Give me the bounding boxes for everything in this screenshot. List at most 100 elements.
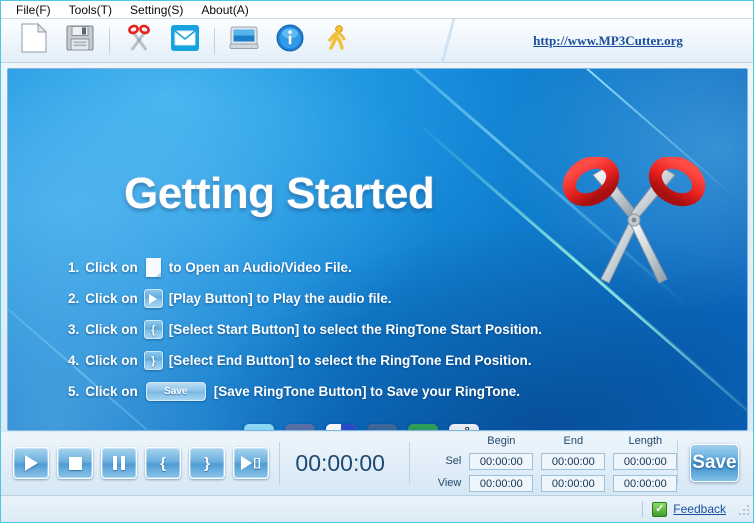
share-label: Share: — [171, 428, 230, 430]
application-window: File(F) Tools(T) Setting(S) About(A) htt… — [0, 0, 754, 523]
menu-item-file-label: File(F) — [16, 2, 51, 17]
step-2: 2. Click on [Play Button] to Play the au… — [68, 283, 668, 314]
time-table: Begin End Length Sel 00:00:00 00:00:00 0… — [423, 433, 678, 493]
step-5-lead: Click on — [85, 384, 138, 399]
step-1: 1. Click on to Open an Audio/Video File. — [68, 252, 668, 283]
pause-button[interactable] — [101, 447, 137, 479]
view-length-field[interactable]: 00:00:00 — [613, 474, 678, 492]
menu-item-setting-label: Setting(S) — [130, 2, 184, 17]
menu-item-setting[interactable]: Setting(S) — [121, 1, 192, 19]
save-ringtone-icon[interactable]: Save — [144, 381, 208, 402]
twitter-icon: t — [256, 429, 262, 431]
green-check-icon: ✓ — [652, 501, 668, 517]
menu-item-about[interactable]: About(A) — [192, 1, 257, 19]
select-end-icon: } — [204, 454, 210, 472]
toolbar-new-file-button[interactable] — [11, 21, 57, 61]
menu-item-tools-label: Tools(T) — [68, 2, 113, 17]
time-table-row-label-view: View — [437, 477, 462, 489]
time-table-header-length: Length — [628, 435, 663, 447]
share-twitter-button[interactable]: t — [244, 424, 275, 431]
time-table-header-end: End — [563, 435, 584, 447]
menu-item-about-label: About(A) — [201, 2, 249, 17]
save-ringtone-button[interactable]: Save — [689, 444, 740, 482]
monitor-icon — [229, 25, 259, 56]
step-4-number: 4. — [68, 353, 80, 368]
share-row: Share: t f digg — [171, 424, 480, 431]
facebook-icon: f — [297, 427, 304, 431]
website-link[interactable]: http://www.MP3Cutter.org — [533, 33, 683, 49]
page-title: Getting Started — [124, 169, 435, 218]
toolbar-person-button[interactable] — [313, 21, 359, 61]
step-5: 5. Click on Save [Save RingTone Button] … — [68, 376, 668, 407]
sel-length-field[interactable]: 00:00:00 — [613, 452, 678, 470]
floppy-disk-icon — [66, 24, 94, 57]
select-start-glyph: { — [143, 320, 163, 339]
toolbar-monitor-button[interactable] — [221, 21, 267, 61]
select-end-button[interactable]: } — [189, 447, 225, 479]
info-circle-icon — [276, 24, 304, 57]
feedback-link[interactable]: Feedback — [673, 502, 726, 516]
step-1-number: 1. — [68, 260, 80, 275]
step-5-number: 5. — [68, 384, 80, 399]
panel-content: Getting Started 1. Click on to Open an A… — [8, 69, 747, 430]
main-panel-wrapper: Getting Started 1. Click on to Open an A… — [1, 63, 753, 431]
play-icon — [24, 455, 38, 471]
play-selection-button[interactable]: [] — [233, 447, 269, 479]
share-reddit-button[interactable] — [449, 424, 480, 430]
pause-icon — [113, 456, 125, 470]
share-facebook-button[interactable]: f — [285, 424, 316, 431]
sel-end-field[interactable]: 00:00:00 — [541, 452, 606, 470]
menu-item-file[interactable]: File(F) — [7, 1, 60, 19]
transport-controls: { } [] — [1, 447, 269, 479]
control-bar: { } [] 00:00:00 Begin End Length Sel 00:… — [1, 432, 753, 494]
save-ringtone-icon-label: Save — [145, 382, 206, 401]
step-3-number: 3. — [68, 322, 80, 337]
play-icon[interactable] — [143, 288, 163, 309]
current-time-display: 00:00:00 — [295, 449, 385, 476]
resize-grip[interactable] — [736, 502, 750, 516]
menu-item-tools[interactable]: Tools(T) — [60, 1, 121, 19]
stop-button[interactable] — [57, 447, 93, 479]
sel-begin-field[interactable]: 00:00:00 — [469, 452, 534, 470]
reddit-icon — [453, 426, 475, 430]
step-1-tail: to Open an Audio/Video File. — [168, 260, 352, 275]
envelope-icon — [170, 24, 200, 57]
toolbar-email-button[interactable] — [162, 21, 208, 61]
view-end-field[interactable]: 00:00:00 — [541, 474, 606, 492]
step-4-lead: Click on — [85, 353, 138, 368]
select-start-icon: { — [160, 454, 166, 472]
toolbar-save-button[interactable] — [57, 21, 103, 61]
toolbar-info-button[interactable] — [267, 21, 313, 61]
time-table-header-begin: Begin — [487, 435, 516, 447]
status-separator — [642, 501, 644, 517]
select-start-button[interactable]: { — [145, 447, 181, 479]
select-end-icon[interactable]: } — [143, 350, 163, 371]
toolbar-slant-decoration — [435, 19, 461, 63]
play-selection-glyph: [] — [253, 457, 261, 469]
delicious-icon — [326, 424, 357, 430]
play-button[interactable] — [13, 447, 49, 479]
toolbar: http://www.MP3Cutter.org — [1, 19, 753, 63]
toolbar-separator-1 — [109, 27, 110, 54]
menu-bar: File(F) Tools(T) Setting(S) About(A) — [1, 1, 753, 19]
toolbar-url-area: http://www.MP3Cutter.org — [463, 19, 753, 63]
document-icon[interactable] — [144, 257, 163, 278]
status-bar: ✓ Feedback — [1, 495, 753, 522]
share-digg-button[interactable]: digg — [367, 424, 398, 430]
share-delicious-button[interactable] — [326, 424, 357, 430]
time-table-row-label-sel: Sel — [445, 455, 462, 467]
steps-list: 1. Click on to Open an Audio/Video File.… — [68, 252, 668, 407]
step-2-tail: [Play Button] to Play the audio file. — [168, 291, 392, 306]
play-selection-icon: [] — [241, 456, 261, 470]
select-start-icon[interactable]: { — [143, 319, 163, 340]
getting-started-panel: Getting Started 1. Click on to Open an A… — [7, 68, 748, 431]
step-3-tail: [Select Start Button] to select the Ring… — [168, 322, 543, 337]
document-icon — [21, 22, 48, 58]
step-4-tail: [Select End Button] to select the RingTo… — [168, 353, 532, 368]
share-stumbleupon-button[interactable]: su — [408, 424, 439, 430]
step-5-tail: [Save RingTone Button] to Save your Ring… — [213, 384, 521, 399]
step-4: 4. Click on } [Select End Button] to sel… — [68, 345, 668, 376]
toolbar-cut-button[interactable] — [116, 21, 162, 61]
scissors-icon — [124, 23, 154, 58]
view-begin-field[interactable]: 00:00:00 — [469, 474, 534, 492]
